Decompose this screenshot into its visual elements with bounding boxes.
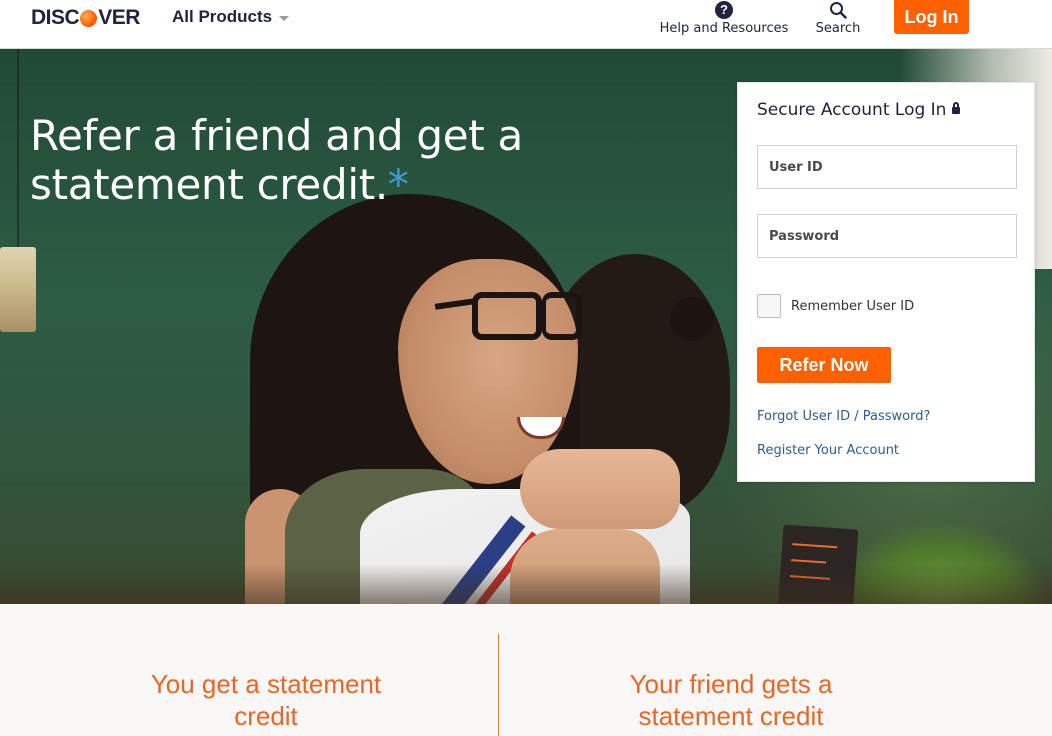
chalk-line — [792, 543, 838, 549]
remember-user-id[interactable]: Remember User ID — [757, 294, 914, 318]
lamp-cord — [17, 49, 19, 247]
help-and-resources-link[interactable]: ? Help and Resources — [659, 0, 789, 40]
friend-benefit-heading: Your friend gets a statement credit — [629, 669, 833, 731]
discover-logo[interactable]: DISC VER — [31, 6, 140, 30]
user-id-input[interactable] — [757, 145, 1017, 189]
register-account-link[interactable]: Register Your Account — [757, 443, 899, 458]
table-foreground — [0, 564, 1052, 604]
all-products-label: All Products — [172, 7, 273, 26]
chalk-line — [791, 559, 827, 564]
lock-icon — [952, 102, 961, 114]
friend-hair-bun — [670, 297, 714, 341]
help-label: Help and Resources — [659, 21, 789, 36]
search-icon — [830, 2, 847, 19]
hugging-hand — [520, 449, 680, 529]
log-in-button[interactable]: Log In — [894, 0, 969, 34]
glasses-right-lens — [542, 292, 582, 340]
chevron-down-icon — [279, 15, 290, 21]
password-input[interactable] — [757, 214, 1017, 258]
refer-now-button[interactable]: Refer Now — [757, 347, 891, 383]
logo-text-start: DISC — [31, 6, 80, 29]
all-products-menu[interactable]: All Products — [172, 6, 290, 28]
remember-checkbox[interactable] — [757, 294, 781, 318]
search-link[interactable]: Search — [812, 0, 864, 40]
login-card-title-text: Secure Account Log In — [757, 100, 947, 120]
glasses-left-lens — [472, 292, 542, 340]
you-benefit-heading: You get a statement credit — [150, 669, 382, 731]
pendant-lamp — [0, 247, 36, 332]
login-card: Secure Account Log In Remember User ID R… — [737, 82, 1035, 482]
benefits-section: You get a statement credit Your friend g… — [0, 604, 1052, 736]
benefits-divider — [498, 634, 499, 736]
hero-headline-text: Refer a friend and get a statement credi… — [30, 111, 523, 209]
logo-text-end: VER — [98, 6, 140, 29]
remember-label: Remember User ID — [791, 298, 915, 314]
forgot-credentials-link[interactable]: Forgot User ID / Password? — [757, 409, 930, 424]
site-header: DISC VER All Products ? Help and Resource… — [0, 0, 1052, 49]
disclaimer-asterisk[interactable]: * — [388, 160, 409, 209]
question-circle-icon: ? — [715, 1, 733, 19]
hero-headline: Refer a friend and get a statement credi… — [30, 111, 550, 209]
search-label: Search — [815, 21, 861, 36]
logo-orange-dot-icon — [80, 9, 98, 27]
login-card-title: Secure Account Log In — [757, 100, 961, 120]
